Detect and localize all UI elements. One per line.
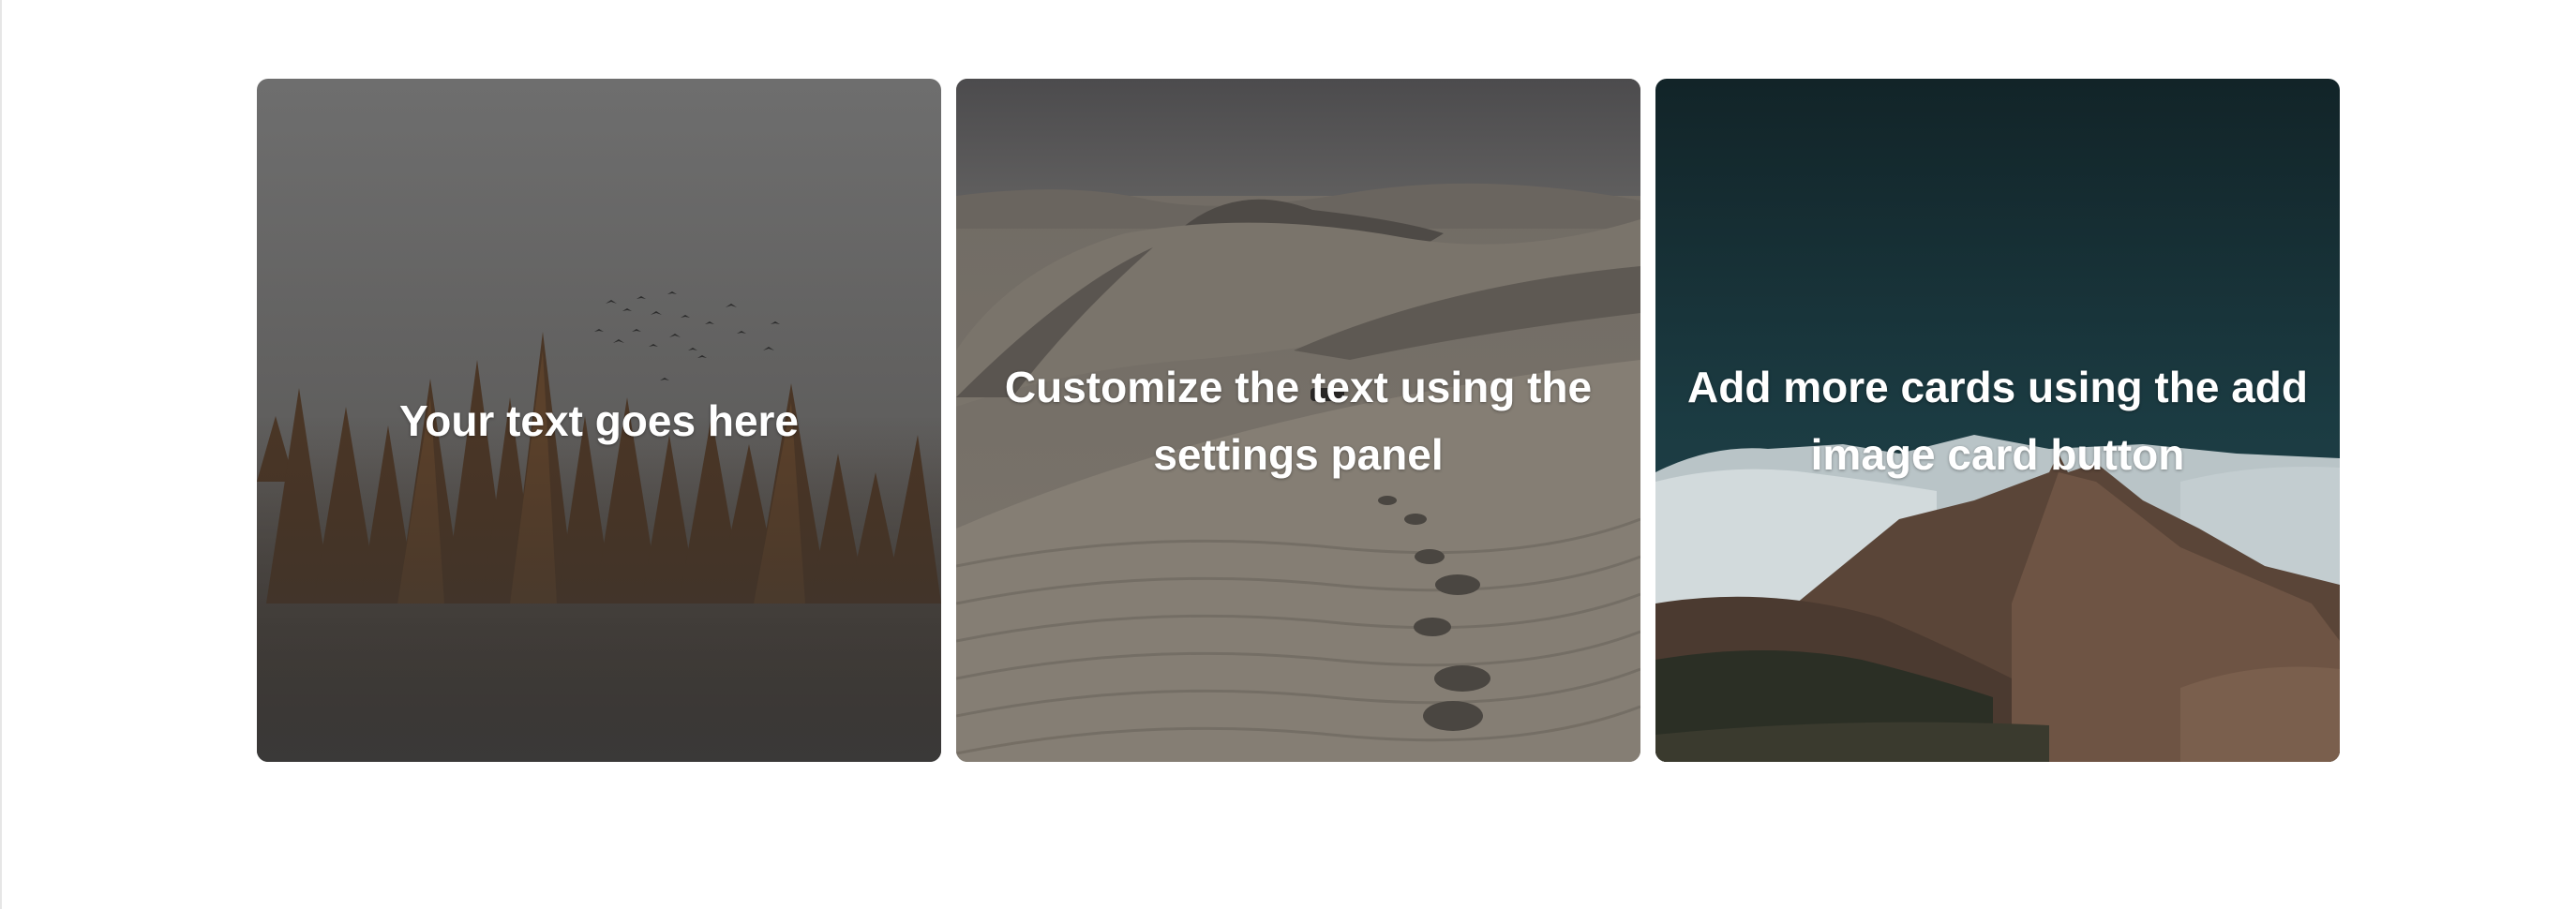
image-card-gallery: Your text goes here Customize the text u… <box>257 79 2340 762</box>
card-text: Add more cards using the add image card … <box>1687 362 2308 479</box>
image-card-forest[interactable]: Your text goes here <box>257 79 941 762</box>
card-text: Customize the text using the settings pa… <box>1004 362 1593 479</box>
image-card-desert[interactable]: Customize the text using the settings pa… <box>956 79 1640 762</box>
page-left-border <box>0 0 2 909</box>
image-card-mountains[interactable]: Add more cards using the add image card … <box>1655 79 2340 762</box>
card-text: Your text goes here <box>398 395 800 445</box>
